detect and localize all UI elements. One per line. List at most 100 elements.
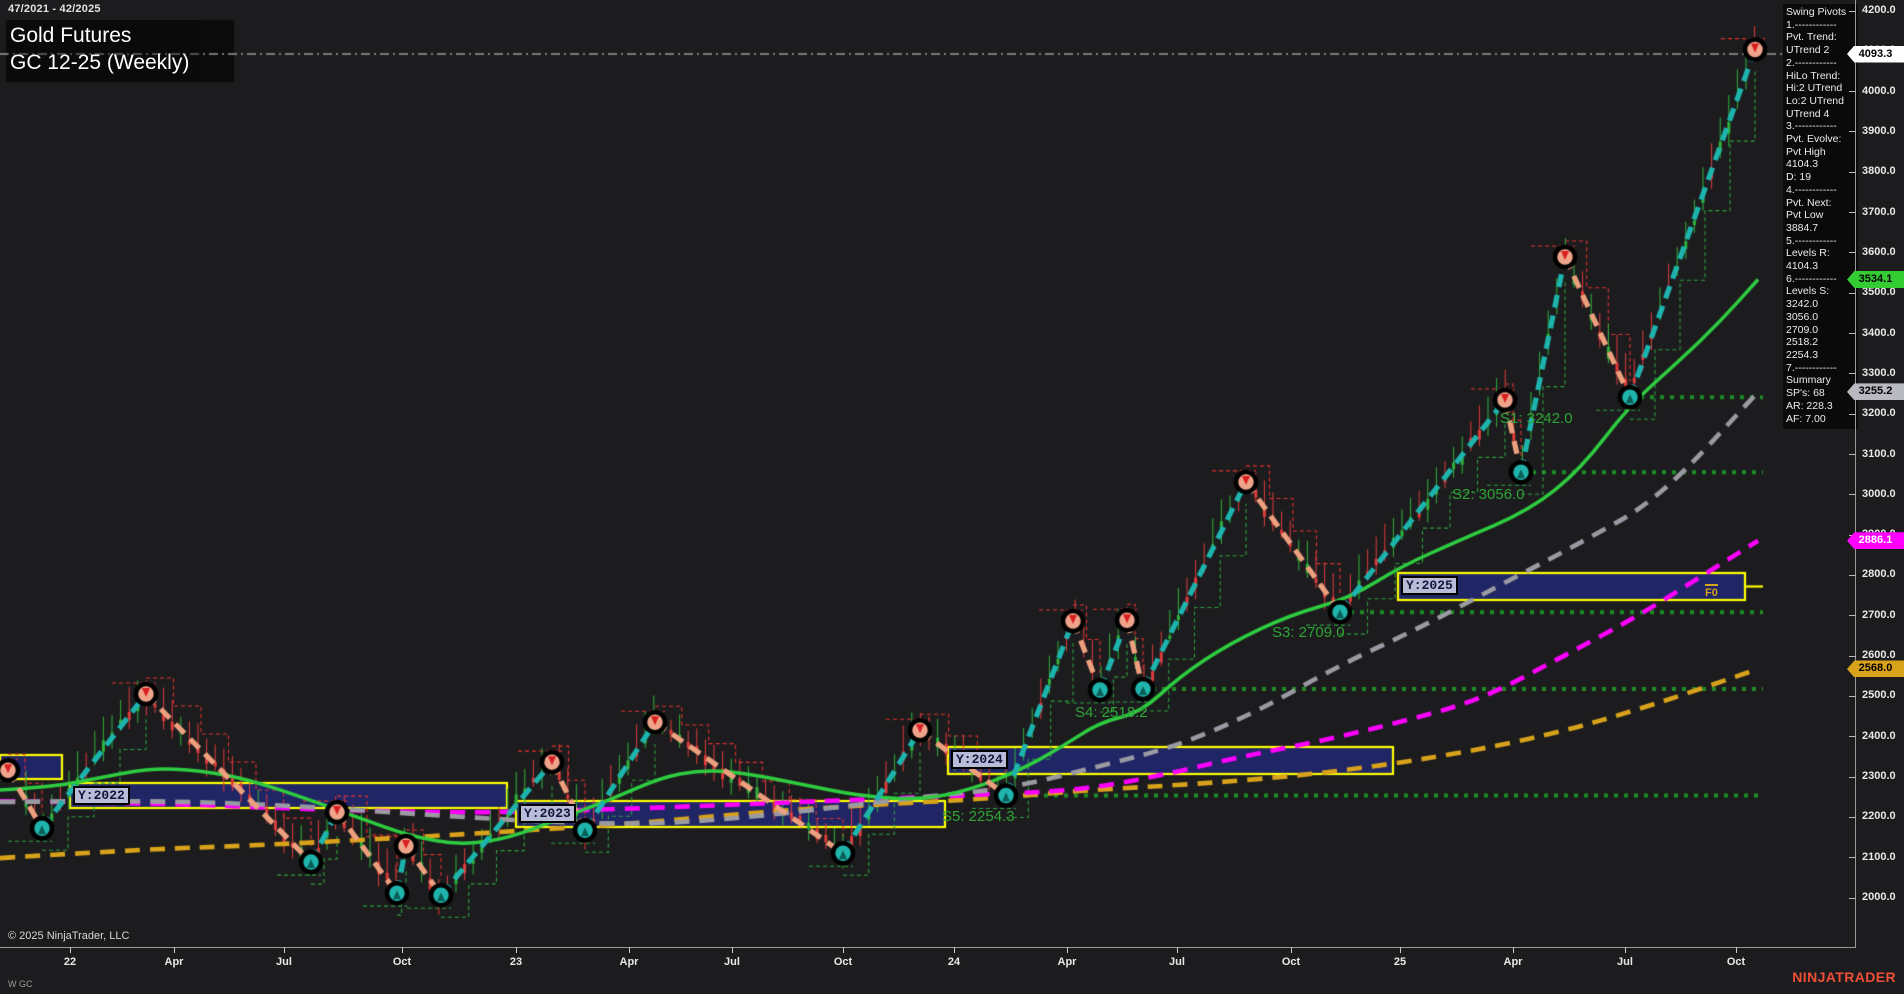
price-axis-label: 4200.0 [1862, 4, 1904, 16]
price-axis-label: 2700.0 [1862, 609, 1904, 621]
price-marker-chip: 3534.1 [1847, 271, 1904, 288]
info-panel-line: 2254.3 [1786, 349, 1856, 362]
price-axis-tick [1849, 414, 1856, 415]
info-panel-line: Levels R: [1786, 247, 1856, 260]
info-panel-line: AR: 228.3 [1786, 400, 1856, 413]
price-axis-label: 3200.0 [1862, 407, 1904, 419]
price-axis-tick [1849, 656, 1856, 657]
time-axis-tick [516, 947, 517, 953]
time-axis-label: 25 [1383, 956, 1417, 968]
fib-zero-label: F0 [1705, 584, 1718, 599]
info-panel-line: 2518.2 [1786, 336, 1856, 349]
info-panel-line: 3884.7 [1786, 222, 1856, 235]
price-axis-label: 2500.0 [1862, 689, 1904, 701]
time-axis-tick [1513, 947, 1514, 953]
time-axis-tick [954, 947, 955, 953]
info-panel-line: 4104.3 [1786, 260, 1856, 273]
time-axis-tick [1736, 947, 1737, 953]
time-axis-tick [174, 947, 175, 953]
time-axis-label: Jul [715, 956, 749, 968]
price-axis-label: 2100.0 [1862, 851, 1904, 863]
info-panel-line: 4104.3 [1786, 158, 1856, 171]
time-axis-tick [1625, 947, 1626, 953]
price-axis-label: 2200.0 [1862, 810, 1904, 822]
visible-date-range: 47/2021 - 42/2025 [8, 3, 101, 15]
info-panel-line: 6.------------ [1786, 273, 1856, 286]
time-axis-label: Oct [826, 956, 860, 968]
price-axis-label: 3000.0 [1862, 488, 1904, 500]
info-panel-line: 7.------------ [1786, 362, 1856, 375]
price-axis-tick [1849, 696, 1856, 697]
swing-pivots-info-panel: Swing Pivots1.------------Pvt. Trend:UTr… [1783, 4, 1858, 429]
contract-period: GC 12-25 (Weekly) [10, 49, 189, 76]
info-panel-line: 4.------------ [1786, 184, 1856, 197]
time-axis-label: 24 [937, 956, 971, 968]
price-axis-label: 3800.0 [1862, 165, 1904, 177]
price-axis-tick [1849, 575, 1856, 576]
time-axis-label: Apr [157, 956, 191, 968]
info-panel-line: 3242.0 [1786, 298, 1856, 311]
info-panel-line: D: 19 [1786, 171, 1856, 184]
info-panel-line: 2709.0 [1786, 324, 1856, 337]
info-panel-line: Pvt Low [1786, 209, 1856, 222]
support-level-label: S5: 2254.3 [942, 808, 1015, 825]
price-axis-label: 3100.0 [1862, 448, 1904, 460]
price-axis-label: 3400.0 [1862, 327, 1904, 339]
price-axis-tick [1849, 898, 1856, 899]
support-level-label: S2: 3056.0 [1452, 486, 1525, 503]
instrument-title: Gold Futures GC 12-25 (Weekly) [8, 20, 199, 80]
price-axis-line [1855, 0, 1856, 948]
info-panel-line: AF: 7.00 [1786, 413, 1856, 426]
info-panel-line: 1.------------ [1786, 19, 1856, 32]
chart-plot-area[interactable] [0, 0, 1904, 994]
time-axis-label: Oct [385, 956, 419, 968]
info-panel-line: 3056.0 [1786, 311, 1856, 324]
time-axis-label: Oct [1719, 956, 1753, 968]
price-axis-label: 3300.0 [1862, 367, 1904, 379]
price-axis-tick [1849, 373, 1856, 374]
year-range-label: Y:2023 [519, 804, 576, 823]
price-axis-tick [1849, 857, 1856, 858]
price-axis-tick [1849, 333, 1856, 334]
info-panel-line: Swing Pivots [1786, 6, 1856, 19]
info-panel-line: Pvt High [1786, 146, 1856, 159]
price-axis-label: 3500.0 [1862, 286, 1904, 298]
time-axis-label: Jul [1160, 956, 1194, 968]
time-axis-tick [1177, 947, 1178, 953]
info-panel-line: HiLo Trend: [1786, 70, 1856, 83]
price-axis-label: 2400.0 [1862, 730, 1904, 742]
support-level-label: S1: 3242.0 [1500, 410, 1573, 427]
time-axis-label: Apr [1050, 956, 1084, 968]
info-panel-line: UTrend 2 [1786, 44, 1856, 57]
price-axis-label: 3700.0 [1862, 206, 1904, 218]
price-axis-label: 2000.0 [1862, 891, 1904, 903]
time-axis-tick [843, 947, 844, 953]
info-panel-line: Pvt. Trend: [1786, 31, 1856, 44]
info-panel-line: UTrend 4 [1786, 108, 1856, 121]
time-axis-tick [284, 947, 285, 953]
info-panel-line: SP's: 68 [1786, 387, 1856, 400]
time-axis-label: Apr [612, 956, 646, 968]
copyright-text: © 2025 NinjaTrader, LLC [8, 930, 129, 942]
support-level-label: S4: 2518.2 [1075, 704, 1148, 721]
info-panel-line: 5.------------ [1786, 235, 1856, 248]
time-axis-tick [732, 947, 733, 953]
time-axis-tick [1067, 947, 1068, 953]
info-panel-line: Summary [1786, 374, 1856, 387]
price-axis-label: 4000.0 [1862, 85, 1904, 97]
price-axis-tick [1849, 817, 1856, 818]
info-panel-line: 2.------------ [1786, 57, 1856, 70]
price-axis-tick [1849, 91, 1856, 92]
year-range-label: Y:2024 [951, 750, 1008, 769]
instrument-name: Gold Futures [10, 22, 189, 49]
year-range-label: Y:2022 [73, 786, 130, 805]
info-panel-line: 3.------------ [1786, 120, 1856, 133]
price-marker-chip: 2886.1 [1847, 532, 1904, 549]
price-axis-tick [1849, 494, 1856, 495]
info-panel-line: Hi:2 UTrend [1786, 82, 1856, 95]
time-axis-label: Oct [1274, 956, 1308, 968]
price-axis-label: 2800.0 [1862, 568, 1904, 580]
ninjatrader-chart-window: 47/2021 - 42/2025 Gold Futures GC 12-25 … [0, 0, 1904, 994]
price-axis-tick [1849, 293, 1856, 294]
price-axis-label: 2600.0 [1862, 649, 1904, 661]
